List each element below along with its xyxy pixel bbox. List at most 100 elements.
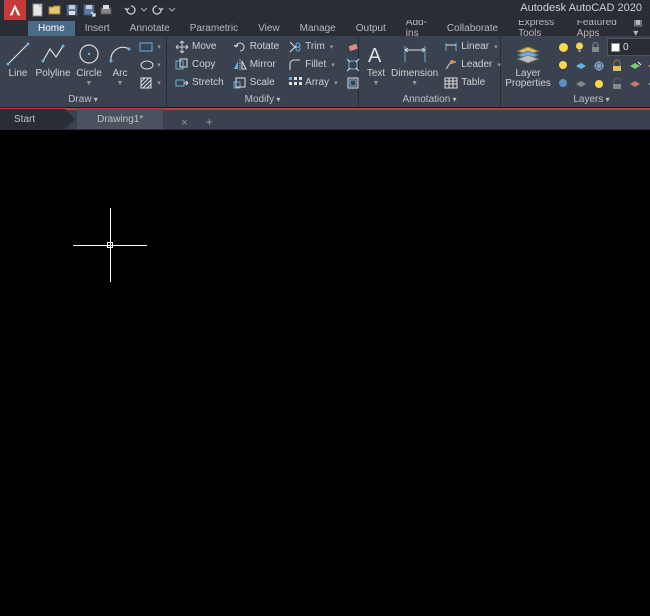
line-button[interactable]: Line	[3, 38, 33, 79]
ribbon-tabs: Home Insert Annotate Parametric View Man…	[0, 20, 650, 36]
tab-start[interactable]: Start	[0, 109, 65, 129]
fillet-button[interactable]: Fillet▾	[285, 56, 340, 73]
tab-annotate[interactable]: Annotate	[120, 21, 180, 36]
layer-on-icon[interactable]	[555, 76, 571, 92]
ellipse-icon[interactable]: ▾	[137, 56, 163, 73]
tab-document[interactable]: Drawing1*	[77, 109, 163, 129]
polyline-icon	[39, 40, 67, 68]
copy-button[interactable]: Copy	[172, 56, 227, 73]
saveas-icon[interactable]	[81, 2, 97, 18]
trim-button[interactable]: Trim▾	[285, 38, 340, 55]
layer-iso-icon[interactable]	[573, 58, 589, 74]
new-tab-icon[interactable]: +	[200, 115, 219, 129]
drawing-canvas[interactable]	[0, 130, 650, 616]
layer-properties-icon	[514, 40, 542, 68]
arc-button[interactable]: Arc ▼	[106, 38, 134, 87]
app-title: Autodesk AutoCAD 2020	[520, 2, 642, 14]
trim-icon	[288, 40, 302, 54]
array-icon	[288, 76, 302, 90]
fillet-icon	[288, 58, 302, 72]
layer-make-current-icon[interactable]	[627, 58, 643, 74]
scale-button[interactable]: Scale	[230, 74, 282, 91]
layer-uniso-icon[interactable]	[573, 76, 589, 92]
layer-change-icon[interactable]	[645, 76, 650, 92]
layer-color-icon	[611, 43, 620, 52]
panel-title-modify[interactable]: Modify	[167, 93, 358, 107]
stretch-icon	[175, 76, 189, 90]
circle-button[interactable]: Circle ▼	[73, 38, 105, 87]
stretch-button[interactable]: Stretch	[172, 74, 227, 91]
plot-icon[interactable]	[98, 2, 114, 18]
layer-match-icon[interactable]	[645, 58, 650, 74]
layer-thaw-icon[interactable]	[591, 76, 607, 92]
linear-icon	[444, 40, 458, 54]
tab-manage[interactable]: Manage	[290, 21, 346, 36]
table-icon	[444, 76, 458, 90]
layer-properties-button[interactable]: Layer Properties	[504, 38, 552, 89]
panel-modify: Move Copy Stretch Rotate Mirror Scale Tr…	[167, 36, 359, 107]
chevron-down-icon[interactable]	[139, 2, 149, 18]
tab-parametric[interactable]: Parametric	[180, 21, 248, 36]
tab-view[interactable]: View	[248, 21, 290, 36]
circle-icon	[75, 40, 103, 68]
move-icon	[175, 40, 189, 54]
title-bar: Autodesk AutoCAD 2020	[0, 0, 650, 20]
chevron-down-icon: ▼	[373, 80, 380, 87]
copy-icon	[175, 58, 189, 72]
linear-button[interactable]: Linear▾	[441, 38, 504, 55]
current-layer-name: 0	[623, 42, 629, 53]
panel-annotation: A Text ▼ Dimension ▼ Linear▾ Leader▾ Tab…	[359, 36, 501, 107]
line-icon	[4, 40, 32, 68]
dimension-icon	[401, 40, 429, 68]
rotate-icon	[233, 40, 247, 54]
chevron-down-icon[interactable]	[167, 2, 177, 18]
hatch-icon[interactable]: ▾	[137, 74, 163, 91]
tab-home[interactable]: Home	[28, 21, 75, 36]
panel-title-layers[interactable]: Layers	[501, 93, 650, 107]
layer-bulb-icon[interactable]	[571, 39, 587, 55]
layer-lock2-icon[interactable]	[609, 58, 625, 74]
document-tabbar: Start Drawing1* × +	[0, 108, 650, 130]
panel-title-annotation[interactable]: Annotation	[359, 93, 500, 107]
save-icon[interactable]	[64, 2, 80, 18]
chevron-down-icon: ▼	[411, 80, 418, 87]
array-button[interactable]: Array▾	[285, 74, 340, 91]
polyline-button[interactable]: Polyline	[34, 38, 72, 79]
new-icon[interactable]	[30, 2, 46, 18]
tab-output[interactable]: Output	[346, 21, 396, 36]
tab-collaborate[interactable]: Collaborate	[437, 21, 508, 36]
move-button[interactable]: Move	[172, 38, 227, 55]
close-icon[interactable]: ×	[175, 117, 193, 129]
text-button[interactable]: A Text ▼	[362, 38, 390, 87]
undo-icon[interactable]	[122, 2, 138, 18]
dimension-button[interactable]: Dimension ▼	[391, 38, 438, 87]
rectangle-icon[interactable]: ▾	[137, 38, 163, 55]
layer-lock-icon[interactable]	[587, 39, 603, 55]
arc-icon	[106, 40, 134, 68]
layer-freeze-icon[interactable]	[555, 39, 571, 55]
svg-text:A: A	[368, 45, 382, 66]
layer-unlock-icon[interactable]	[609, 76, 625, 92]
ribbon: Line Polyline Circle ▼ Arc ▼ ▾ ▾ ▾ Dr	[0, 36, 650, 108]
panel-title-draw[interactable]: Draw	[0, 93, 166, 107]
table-button[interactable]: Table	[441, 74, 504, 91]
quick-access-toolbar	[30, 2, 177, 18]
layer-prev-icon[interactable]	[627, 76, 643, 92]
chevron-down-icon: ▼	[86, 80, 93, 87]
panel-draw: Line Polyline Circle ▼ Arc ▼ ▾ ▾ ▾ Dr	[0, 36, 167, 107]
panel-layers: Layer Properties 0	[501, 36, 650, 107]
text-icon: A	[362, 40, 390, 68]
layer-dropdown[interactable]: 0	[607, 38, 650, 56]
leader-icon	[444, 58, 458, 72]
tab-insert[interactable]: Insert	[75, 21, 120, 36]
app-logo[interactable]	[4, 0, 26, 20]
layer-freeze2-icon[interactable]	[591, 58, 607, 74]
layer-off-icon[interactable]	[555, 58, 571, 74]
leader-button[interactable]: Leader▾	[441, 56, 504, 73]
rotate-button[interactable]: Rotate	[230, 38, 282, 55]
open-icon[interactable]	[47, 2, 63, 18]
redo-icon[interactable]	[150, 2, 166, 18]
scale-icon	[233, 76, 247, 90]
chevron-down-icon: ▼	[117, 80, 124, 87]
mirror-button[interactable]: Mirror	[230, 56, 282, 73]
